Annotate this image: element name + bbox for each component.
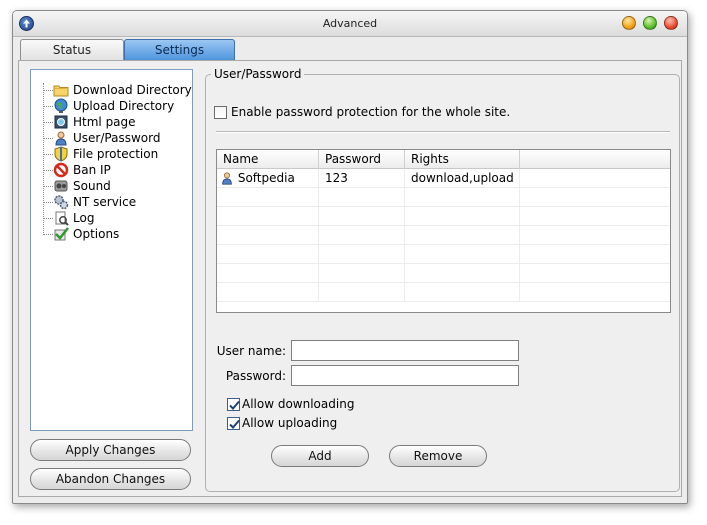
tree-item-nt-service[interactable]: NT service [43, 194, 189, 210]
column-header-password[interactable]: Password [319, 150, 405, 169]
tree-item-label: Upload Directory [73, 99, 175, 113]
tree-item-options[interactable]: Options [43, 226, 189, 242]
tree-item-label: User/Password [73, 131, 161, 145]
tree-item-sound[interactable]: Sound [43, 178, 189, 194]
tree-item-label: Log [73, 211, 95, 225]
gears-icon [53, 194, 69, 210]
globe-icon [53, 98, 69, 114]
checkmark-icon [229, 419, 240, 429]
tree-item-html-page[interactable]: Html page [43, 114, 189, 130]
tree-item-label: Ban IP [73, 163, 111, 177]
allow-downloading-label: Allow downloading [242, 397, 355, 411]
tree-item-label: Sound [73, 179, 111, 193]
column-header-rights[interactable]: Rights [405, 150, 520, 169]
add-button[interactable]: Add [271, 445, 369, 467]
folder-icon [53, 82, 69, 98]
table-row-empty [217, 283, 670, 302]
remove-button[interactable]: Remove [389, 445, 487, 467]
apply-changes-button[interactable]: Apply Changes [30, 439, 191, 461]
table-header: Name Password Rights [217, 150, 670, 169]
tree-item-file-protection[interactable]: File protection [43, 146, 189, 162]
tree-item-label: Html page [73, 115, 136, 129]
title-bar[interactable]: Advanced [13, 11, 687, 37]
user-password-cell: 123 [319, 169, 405, 188]
user-icon [53, 130, 69, 146]
tree-item-log[interactable]: Log [43, 210, 189, 226]
table-row-empty [217, 226, 670, 245]
html-page-icon [53, 114, 69, 130]
allow-uploading-checkbox[interactable] [227, 417, 240, 430]
checkmark-icon [229, 400, 240, 410]
maximize-button[interactable] [643, 16, 657, 30]
tree-item-ban-ip[interactable]: Ban IP [43, 162, 189, 178]
shield-icon [53, 146, 69, 162]
username-input[interactable] [291, 340, 519, 361]
settings-tree: Download Directory Upload Directory Html… [30, 69, 193, 431]
table-row[interactable]: Softpedia 123 download,upload [217, 169, 670, 188]
table-row-empty [217, 188, 670, 207]
ban-icon [53, 162, 69, 178]
tree-item-label: Download Directory [73, 83, 192, 97]
table-row-empty [217, 264, 670, 283]
enable-protection-label: Enable password protection for the whole… [231, 105, 511, 119]
advanced-window: Advanced Status Settings Download Direct… [12, 10, 688, 504]
allow-uploading-label: Allow uploading [242, 416, 338, 430]
separator [216, 131, 670, 133]
username-label: User name: [216, 344, 286, 358]
group-title: User/Password [211, 67, 305, 81]
tree-item-download-directory[interactable]: Download Directory [43, 82, 192, 98]
checkmark-icon [53, 226, 69, 242]
log-icon [53, 210, 69, 226]
column-header-name[interactable]: Name [217, 150, 319, 169]
sound-icon [53, 178, 69, 194]
user-password-group: User/Password Enable password protection… [205, 67, 680, 492]
password-input[interactable] [291, 365, 519, 386]
password-label: Password: [225, 369, 286, 383]
abandon-changes-button[interactable]: Abandon Changes [30, 468, 191, 490]
enable-protection-checkbox[interactable] [214, 106, 227, 119]
settings-content: Download Directory Upload Directory Html… [18, 60, 682, 497]
tree-item-label: File protection [73, 147, 159, 161]
minimize-button[interactable] [622, 16, 636, 30]
close-button[interactable] [664, 16, 678, 30]
table-row-empty [217, 207, 670, 226]
tree-item-label: Options [73, 227, 120, 241]
user-name-cell: Softpedia [237, 171, 295, 185]
tree-item-upload-directory[interactable]: Upload Directory [43, 98, 189, 114]
users-table[interactable]: Name Password Rights Softpedia 123 downl… [216, 149, 671, 313]
tree-item-label: NT service [73, 195, 137, 209]
tree-item-user-password[interactable]: User/Password [43, 130, 189, 146]
tab-status[interactable]: Status [20, 39, 124, 60]
allow-downloading-checkbox[interactable] [227, 398, 240, 411]
user-rights-cell: download,upload [405, 169, 520, 188]
tab-settings[interactable]: Settings [124, 39, 235, 60]
table-row-empty [217, 245, 670, 264]
window-title: Advanced [322, 17, 378, 30]
